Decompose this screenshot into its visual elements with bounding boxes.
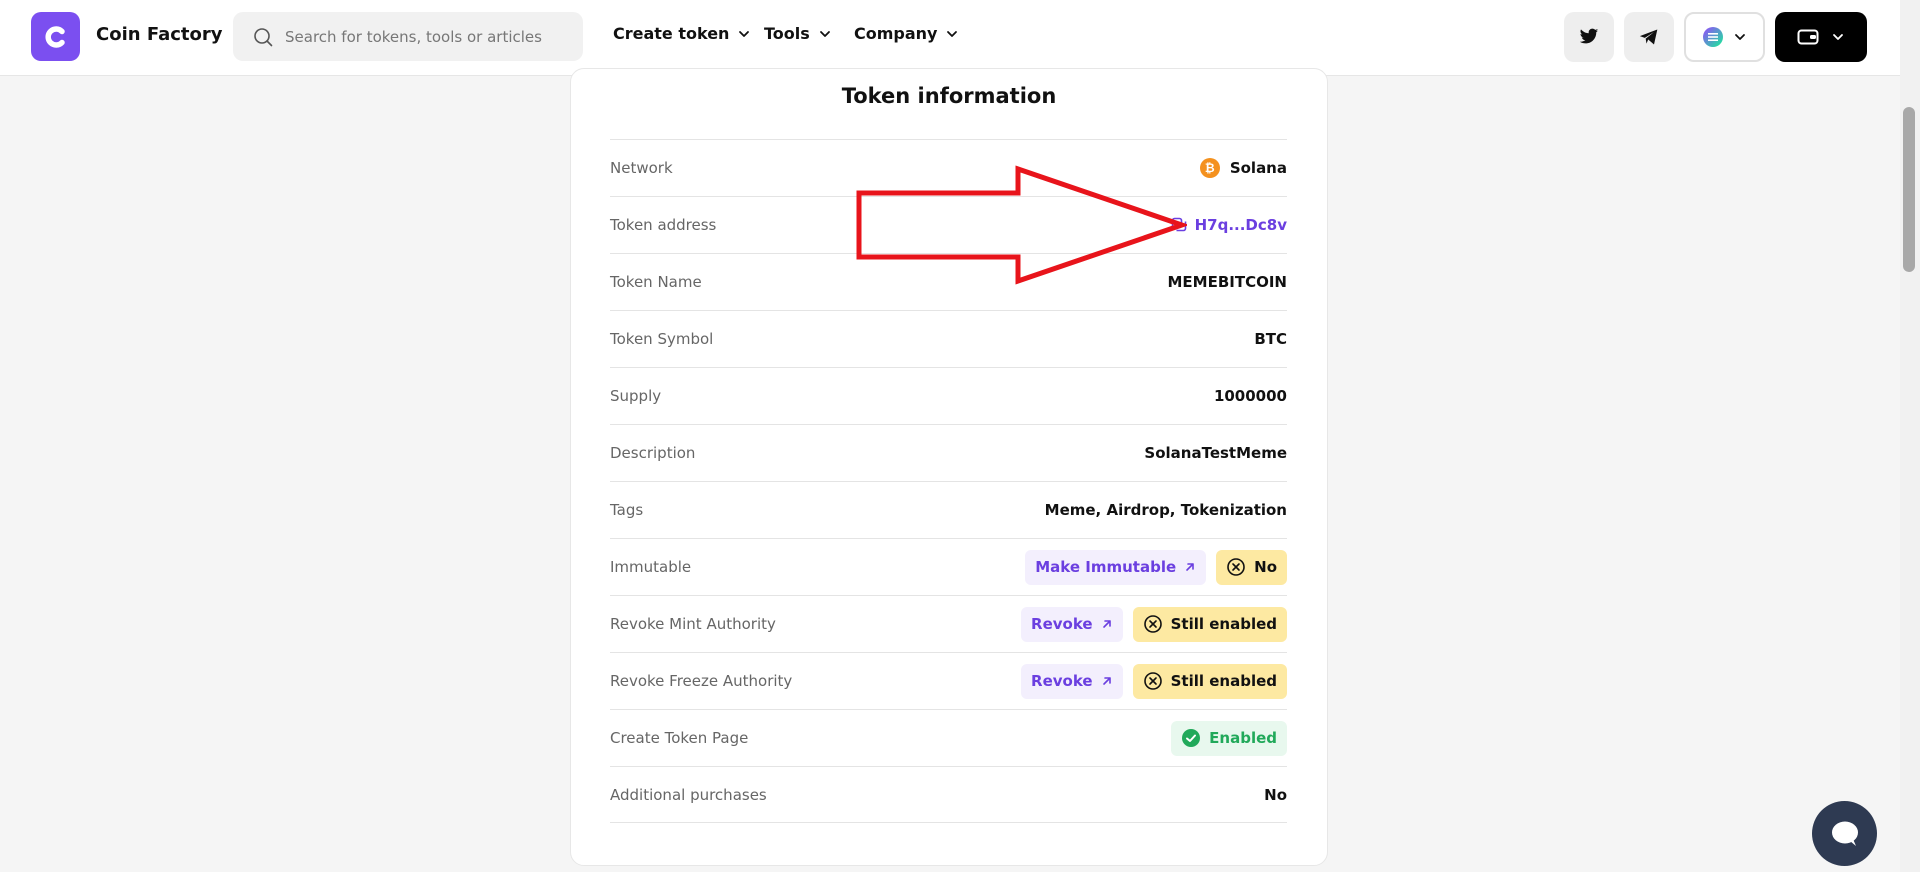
row-label: Additional purchases [610, 785, 767, 804]
search-icon [254, 28, 273, 47]
row-label: Revoke Freeze Authority [610, 672, 793, 690]
row-revoke-freeze: Revoke Freeze Authority Revoke Still ena… [610, 652, 1287, 709]
external-link-icon [1102, 620, 1111, 628]
copy-icon[interactable] [1171, 217, 1187, 233]
token-symbol-value: BTC [1254, 330, 1287, 348]
revoke-mint-label: Revoke [1031, 615, 1093, 633]
top-header: Coin Factory Create token Tools Company [0, 0, 1900, 76]
twitter-button[interactable] [1564, 12, 1614, 62]
row-label: Tags [610, 501, 644, 519]
chevron-down-icon [1833, 34, 1843, 40]
revoke-freeze-label: Revoke [1031, 672, 1093, 690]
nav-company[interactable]: Company [854, 24, 959, 43]
make-immutable-button[interactable]: Make Immutable [1025, 549, 1207, 585]
row-label: Revoke Mint Authority [610, 615, 776, 633]
token-address-copy[interactable]: H7q...Dc8v [1171, 216, 1287, 234]
row-token-name: Token Name MEMEBITCOIN [610, 253, 1287, 310]
solana-icon [1702, 27, 1723, 47]
chat-button[interactable] [1812, 801, 1877, 866]
row-label: Supply [610, 387, 662, 405]
row-additional-purchases: Additional purchases No [610, 766, 1287, 823]
make-immutable-label: Make Immutable [1035, 558, 1177, 576]
row-create-token-page: Create Token Page Enabled [610, 709, 1287, 766]
telegram-icon [1639, 29, 1658, 45]
twitter-icon [1579, 28, 1599, 44]
row-tags: Tags Meme, Airdrop, Tokenization [610, 481, 1287, 538]
chevron-down-icon [947, 30, 958, 37]
row-label: Token Symbol [610, 330, 714, 348]
row-token-symbol: Token Symbol BTC [610, 310, 1287, 367]
network-selector[interactable] [1684, 12, 1765, 62]
x-circle-icon [1143, 672, 1162, 690]
create-token-page-controls: Enabled [1171, 720, 1287, 756]
revoke-freeze-status: Still enabled [1170, 672, 1277, 690]
card-title: Token information [841, 84, 1057, 108]
token-info-table: Network ₿ Solana Token address H7q...Dc8… [610, 139, 1287, 823]
description-value: SolanaTestMeme [1144, 444, 1287, 462]
row-label: Description [610, 444, 696, 462]
immutable-status-badge: No [1216, 549, 1287, 585]
chevron-down-icon [1734, 34, 1745, 40]
revoke-mint-button[interactable]: Revoke [1021, 606, 1123, 642]
brand-name[interactable]: Coin Factory [96, 24, 222, 45]
create-token-page-status-badge: Enabled [1171, 720, 1287, 756]
additional-purchases-value: No [1264, 785, 1287, 804]
external-link-icon [1186, 563, 1194, 571]
token-address-value[interactable]: H7q...Dc8v [1195, 216, 1287, 234]
page-scrollbar-thumb[interactable] [1903, 107, 1915, 272]
nav-company-label: Company [854, 24, 938, 43]
search-input[interactable] [285, 12, 575, 61]
revoke-freeze-button[interactable]: Revoke [1021, 663, 1123, 699]
check-circle-icon [1182, 729, 1201, 747]
tags-value: Meme, Airdrop, Tokenization [1044, 501, 1287, 519]
nav-tools-label: Tools [764, 24, 810, 43]
wallet-icon [1797, 29, 1819, 45]
nav-tools[interactable]: Tools [764, 24, 832, 43]
row-label: Immutable [610, 558, 692, 576]
row-token-address: Token address H7q...Dc8v [610, 196, 1287, 253]
row-label: Create Token Page [610, 729, 749, 747]
wallet-button[interactable] [1775, 12, 1867, 62]
nav-create-token-label: Create token [613, 24, 730, 43]
row-label: Token Name [610, 273, 702, 291]
x-circle-icon [1227, 558, 1245, 576]
row-label: Network [610, 159, 673, 177]
chevron-down-icon [819, 30, 830, 37]
chat-icon [1831, 821, 1858, 846]
create-token-page-status: Enabled [1209, 729, 1277, 747]
row-revoke-mint: Revoke Mint Authority Revoke Still enabl… [610, 595, 1287, 652]
revoke-mint-status-badge: Still enabled [1132, 606, 1287, 642]
revoke-mint-controls: Revoke Still enabled [1021, 606, 1287, 642]
revoke-freeze-controls: Revoke Still enabled [1021, 663, 1287, 699]
bitcoin-coin-icon: ₿ [1199, 158, 1220, 178]
search-box[interactable] [233, 12, 583, 61]
network-value-group: ₿ Solana [1199, 158, 1287, 178]
supply-value: 1000000 [1213, 387, 1287, 405]
telegram-button[interactable] [1624, 12, 1674, 62]
immutable-status: No [1254, 558, 1277, 576]
revoke-mint-status: Still enabled [1170, 615, 1277, 633]
token-name-value: MEMEBITCOIN [1167, 273, 1288, 291]
revoke-freeze-status-badge: Still enabled [1132, 663, 1287, 699]
row-label: Token address [610, 216, 717, 234]
row-network: Network ₿ Solana [610, 139, 1287, 196]
x-circle-icon [1143, 615, 1162, 633]
immutable-controls: Make Immutable No [1025, 549, 1287, 585]
coin-factory-logo-icon[interactable] [31, 12, 80, 61]
row-supply: Supply 1000000 [610, 367, 1287, 424]
row-immutable: Immutable Make Immutable No [610, 538, 1287, 595]
chevron-down-icon [739, 30, 750, 37]
external-link-icon [1102, 677, 1111, 685]
nav-create-token[interactable]: Create token [613, 24, 751, 43]
network-value: Solana [1229, 159, 1287, 177]
row-description: Description SolanaTestMeme [610, 424, 1287, 481]
